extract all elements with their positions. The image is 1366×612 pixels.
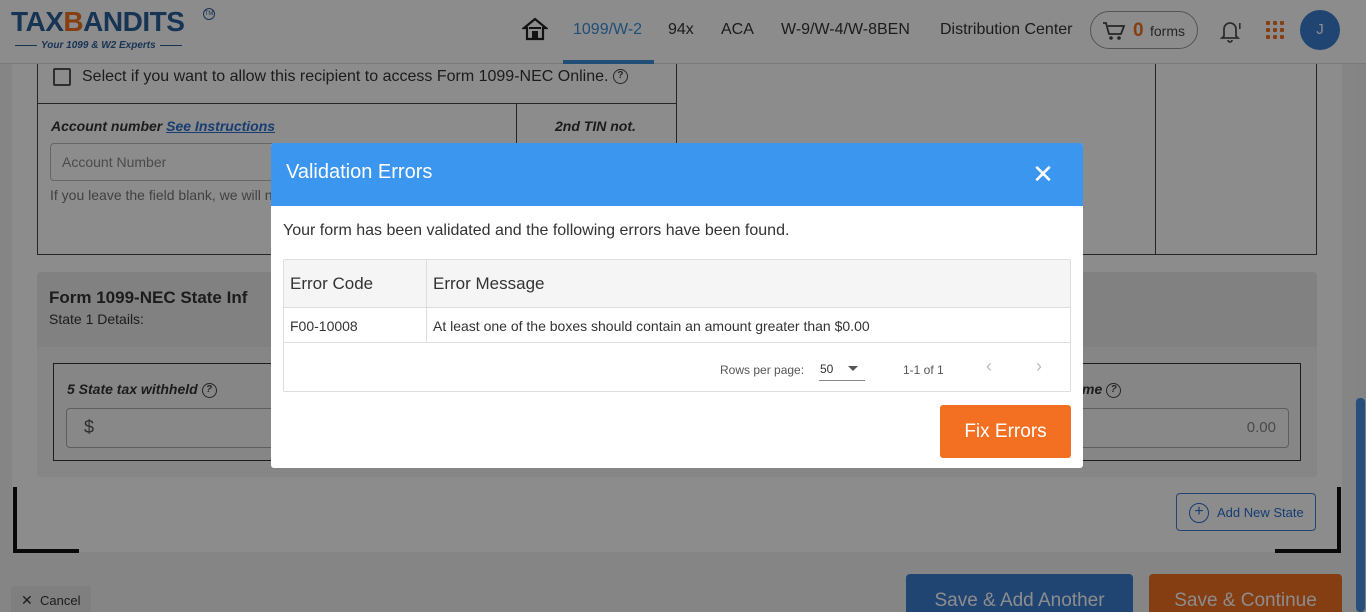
table-header-row: Error Code Error Message	[284, 260, 1070, 308]
pagination-range: 1-1 of 1	[903, 363, 944, 377]
column-header-error-message[interactable]: Error Message	[433, 274, 544, 294]
fix-errors-button[interactable]: Fix Errors	[940, 405, 1071, 458]
table-row[interactable]: F00-10008 At least one of the boxes shou…	[284, 308, 1070, 343]
error-message-cell: At least one of the boxes should contain…	[433, 318, 870, 334]
error-code-cell: F00-10008	[290, 318, 358, 334]
close-icon[interactable]: ✕	[1029, 160, 1057, 188]
column-header-error-code[interactable]: Error Code	[290, 274, 373, 294]
rows-per-page-select[interactable]: 50	[819, 355, 865, 381]
dialog-header: Validation Errors ✕	[271, 143, 1083, 206]
chevron-right-icon[interactable]: ›	[1036, 356, 1042, 377]
caret-down-icon	[848, 366, 858, 371]
dialog-message: Your form has been validated and the fol…	[283, 222, 790, 239]
rows-per-page-value: 50	[820, 362, 834, 376]
rows-per-page-label: Rows per page:	[720, 363, 805, 377]
errors-table: Error Code Error Message F00-10008 At le…	[283, 259, 1071, 392]
validation-errors-dialog: Validation Errors ✕ Your form has been v…	[271, 143, 1083, 468]
chevron-left-icon[interactable]: ‹	[986, 356, 992, 377]
dialog-title: Validation Errors	[286, 161, 433, 183]
